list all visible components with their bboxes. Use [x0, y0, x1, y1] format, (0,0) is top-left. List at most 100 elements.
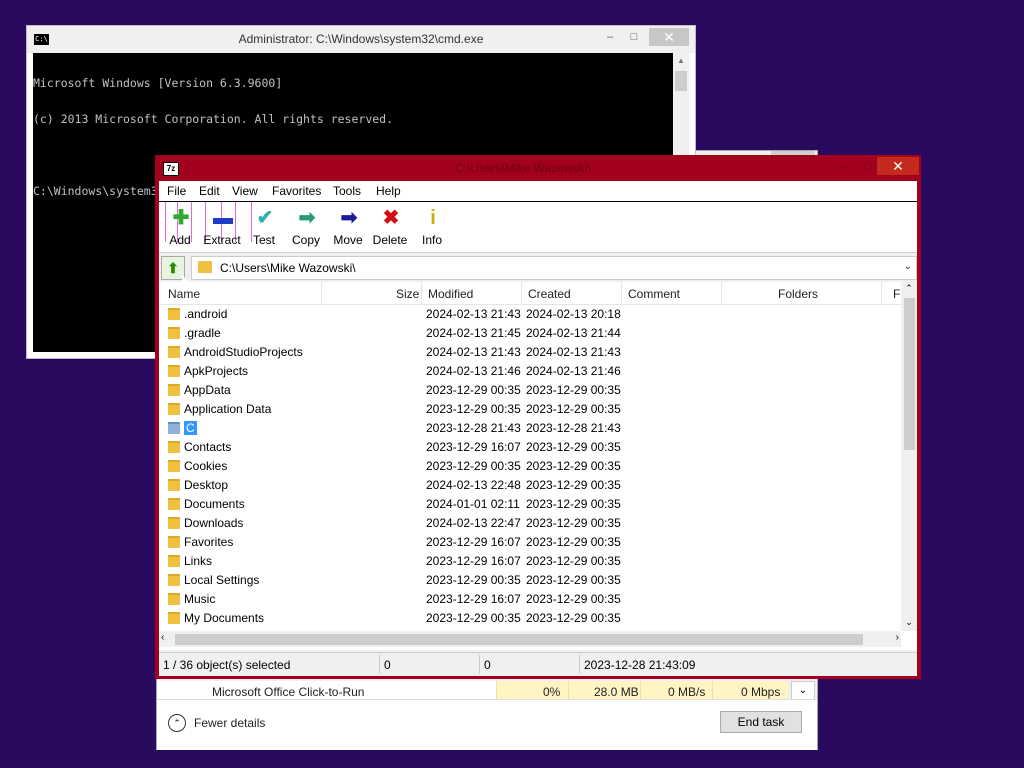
- file-modified: 2023-12-29 00:35: [426, 383, 521, 397]
- file-list[interactable]: Name Size Modified Created Comment Folde…: [159, 282, 917, 650]
- folder-icon: [168, 536, 180, 548]
- col-comment[interactable]: Comment: [628, 287, 680, 301]
- status-bar: 1 / 36 object(s) selected 0 0 2023-12-28…: [159, 652, 917, 676]
- end-task-button[interactable]: End task: [720, 711, 802, 733]
- file-modified: 2023-12-29 16:07: [426, 592, 521, 606]
- 7zip-icon: 7z: [163, 162, 179, 176]
- address-field[interactable]: C:\Users\Mike Wazowski\ ⌄: [191, 256, 917, 280]
- file-created: 2023-12-29 00:35: [526, 383, 621, 397]
- file-name: Documents: [184, 497, 245, 511]
- extract-button[interactable]: ▬ Extract: [201, 204, 243, 250]
- 7zip-window: 7z C:\Users\Mike Wazowski\ – □ ✕ File Ed…: [155, 155, 921, 679]
- file-row[interactable]: AppData 2023-12-29 00:35 2023-12-29 00:35: [159, 380, 901, 399]
- file-row[interactable]: My Documents 2023-12-29 00:35 2023-12-29 0…: [159, 608, 901, 627]
- file-row[interactable]: .gradle 2024-02-13 21:45 2024-02-13 21:44: [159, 323, 901, 342]
- col-size[interactable]: Size: [396, 287, 419, 301]
- col-created[interactable]: Created: [528, 287, 571, 301]
- 7zip-minimize-button[interactable]: –: [831, 157, 857, 175]
- process-disk: 0 MB/s: [668, 685, 706, 699]
- folder-icon: [168, 441, 180, 453]
- fewer-details-link[interactable]: Fewer details: [194, 716, 265, 730]
- task-manager-footer: ⌃ Fewer details End task: [157, 699, 817, 750]
- folder-icon: [168, 327, 180, 339]
- process-row[interactable]: Microsoft Office Click-to-Run 0% 28.0 MB…: [158, 681, 788, 699]
- file-row[interactable]: Favorites 2023-12-29 16:07 2023-12-29 00:3…: [159, 532, 901, 551]
- process-cpu: 0%: [543, 685, 561, 699]
- file-modified: 2023-12-29 00:35: [426, 459, 521, 473]
- vertical-scrollbar[interactable]: ⌃ ⌄: [901, 282, 917, 631]
- chevron-up-icon[interactable]: ⌃: [168, 714, 186, 732]
- file-created: 2023-12-29 00:35: [526, 573, 621, 587]
- status-size: 0: [384, 658, 391, 672]
- scroll-down-icon[interactable]: ⌄: [901, 617, 917, 628]
- horizontal-scrollbar[interactable]: ‹ ›: [159, 631, 901, 647]
- 7zip-close-button[interactable]: ✕: [877, 157, 919, 175]
- file-row[interactable]: Cookies 2023-12-29 00:35 2023-12-29 00:35: [159, 456, 901, 475]
- cmd-titlebar[interactable]: C:\ Administrator: C:\Windows\system32\c…: [27, 26, 695, 53]
- test-button[interactable]: ✔ Test: [243, 204, 285, 250]
- extract-icon: ▬: [213, 207, 233, 229]
- toolbar-label: Info: [421, 233, 442, 247]
- process-name: Microsoft Office Click-to-Run: [212, 685, 365, 699]
- file-name: Links: [184, 554, 213, 568]
- info-button[interactable]: i Info: [411, 204, 453, 250]
- menu-view[interactable]: View: [232, 184, 258, 198]
- scroll-up-icon[interactable]: ▲: [673, 56, 689, 65]
- file-row[interactable]: Documents 2024-01-01 02:11 2023-12-29 00:3…: [159, 494, 901, 513]
- file-modified: 2024-02-13 21:43: [426, 307, 521, 321]
- delete-icon: ✖: [382, 207, 400, 229]
- file-created: 2023-12-29 00:35: [526, 516, 621, 530]
- add-button[interactable]: ✚ Add: [159, 204, 201, 250]
- chevron-down-icon[interactable]: ⌄: [791, 681, 815, 701]
- scroll-up-icon[interactable]: ⌃: [901, 283, 917, 294]
- copy-button[interactable]: ➡ Copy: [285, 204, 327, 250]
- scroll-left-icon[interactable]: ‹: [161, 632, 164, 643]
- file-row[interactable]: Contacts 2023-12-29 16:07 2023-12-29 00:35: [159, 437, 901, 456]
- col-modified[interactable]: Modified: [428, 287, 473, 301]
- folder-icon: [168, 346, 180, 358]
- file-row[interactable]: Links 2023-12-29 16:07 2023-12-29 00:35: [159, 551, 901, 570]
- scroll-right-icon[interactable]: ›: [896, 632, 899, 643]
- file-row[interactable]: Desktop 2024-02-13 22:48 2023-12-29 00:35: [159, 475, 901, 494]
- file-row[interactable]: Music 2023-12-29 16:07 2023-12-29 00:35: [159, 589, 901, 608]
- file-name: Cookies: [184, 459, 228, 473]
- delete-button[interactable]: ✖ Delete: [369, 204, 411, 250]
- cmd-minimize-button[interactable]: –: [597, 28, 623, 46]
- col-folders[interactable]: Folders: [778, 287, 818, 301]
- console-line: (c) 2013 Microsoft Corporation. All righ…: [33, 112, 394, 126]
- file-name: Local Settings: [184, 573, 260, 587]
- file-row[interactable]: Application Data 2023-12-29 00:35 2023-12-…: [159, 399, 901, 418]
- cmd-close-button[interactable]: ✕: [649, 28, 689, 46]
- file-modified: 2023-12-29 00:35: [426, 573, 521, 587]
- folder-icon: [168, 384, 180, 396]
- file-row[interactable]: Downloads 2024-02-13 22:47 2023-12-29 00:3…: [159, 513, 901, 532]
- menu-favorites[interactable]: Favorites: [272, 184, 321, 198]
- file-row[interactable]: AndroidStudioProjects 2024-02-13 21:43 202…: [159, 342, 901, 361]
- file-modified: 2024-02-13 21:45: [426, 326, 521, 340]
- scroll-thumb[interactable]: [175, 634, 863, 645]
- menu-tools[interactable]: Tools: [333, 184, 361, 198]
- menu-help[interactable]: Help: [376, 184, 401, 198]
- 7zip-titlebar[interactable]: 7z C:\Users\Mike Wazowski\ – □ ✕: [155, 155, 921, 181]
- file-row[interactable]: .android 2024-02-13 21:43 2024-02-13 20:18: [159, 304, 901, 323]
- folder-icon: [168, 593, 180, 605]
- menu-file[interactable]: File: [167, 184, 186, 198]
- column-header: Name Size Modified Created Comment Folde…: [159, 282, 903, 305]
- folder-icon: [168, 498, 180, 510]
- move-button[interactable]: ➡ Move: [327, 204, 369, 250]
- chevron-down-icon[interactable]: ⌄: [904, 261, 912, 272]
- address-path: C:\Users\Mike Wazowski\: [220, 261, 356, 275]
- file-name: Application Data: [184, 402, 272, 416]
- scroll-thumb[interactable]: [675, 71, 687, 91]
- status-packed: 0: [484, 658, 491, 672]
- file-name: .gradle: [184, 326, 221, 340]
- file-modified: 2024-02-13 21:46: [426, 364, 521, 378]
- file-modified: 2024-01-01 02:11: [426, 497, 520, 511]
- file-row[interactable]: Local Settings 2023-12-29 00:35 2023-12-29…: [159, 570, 901, 589]
- scroll-thumb[interactable]: [904, 298, 915, 450]
- file-row[interactable]: C 2023-12-28 21:43 2023-12-28 21:43: [159, 418, 901, 437]
- file-modified: 2023-12-29 16:07: [426, 535, 521, 549]
- cmd-maximize-button[interactable]: □: [621, 28, 647, 46]
- file-row[interactable]: ApkProjects 2024-02-13 21:46 2024-02-13 21…: [159, 361, 901, 380]
- menu-edit[interactable]: Edit: [199, 184, 220, 198]
